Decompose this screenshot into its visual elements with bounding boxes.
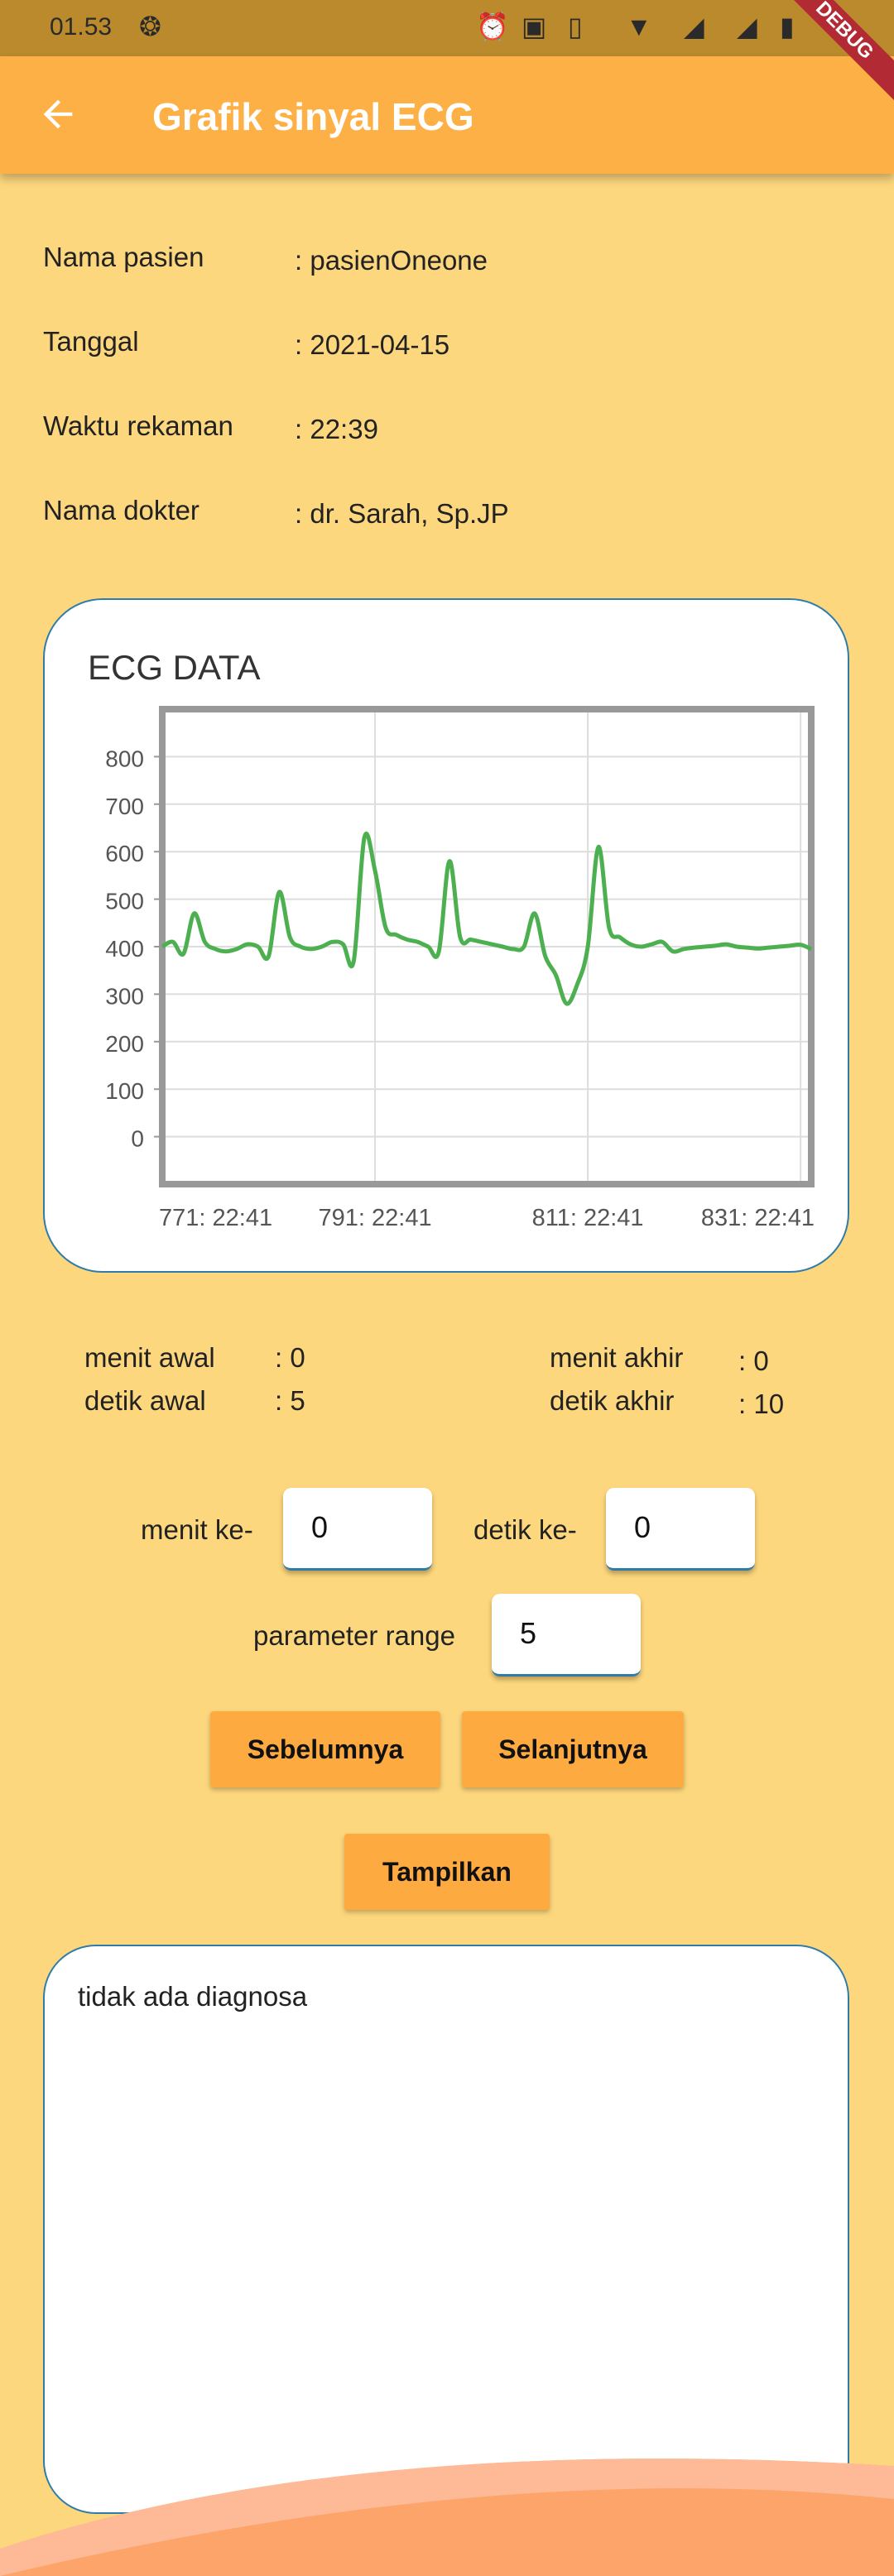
minute-input[interactable]: 0 — [283, 1488, 432, 1571]
patient-name-value: : pasienOneone — [295, 245, 488, 276]
second-input[interactable]: 0 — [606, 1488, 755, 1571]
x-tick-label: 811: 22:41 — [532, 1205, 644, 1231]
wifi-icon: ▼ — [626, 12, 652, 41]
y-tick-label: 800 — [105, 746, 144, 771]
doctor-name-label: Nama dokter — [43, 495, 199, 525]
show-button[interactable]: Tampilkan — [344, 1834, 550, 1910]
y-tick-label: 200 — [105, 1031, 144, 1057]
ecg-chart-card: ECG DATA 0 100 200 300 400 500 600 700 800 771: 2… — [43, 598, 849, 1273]
end-second-label: detik akhir — [550, 1385, 675, 1416]
back-arrow-icon[interactable] — [36, 93, 79, 136]
x-tick-label: 771: 22:41 — [159, 1205, 272, 1231]
y-tick-label: 300 — [105, 983, 144, 1009]
end-minute-label: menit akhir — [550, 1342, 684, 1373]
patient-name-label: Nama pasien — [43, 242, 204, 272]
range-input[interactable]: 5 — [492, 1594, 641, 1677]
cast-icon: ▣ — [522, 12, 547, 41]
signal-icon: ◢ — [684, 12, 704, 41]
range-input-label: parameter range — [253, 1620, 455, 1651]
x-tick-label: 791: 22:41 — [319, 1205, 432, 1231]
record-time-label: Waktu rekaman — [43, 410, 233, 441]
diagnosis-text: tidak ada diagnosa — [78, 1981, 308, 2012]
start-minute-label: menit awal — [84, 1342, 215, 1373]
page-title: Grafik sinyal ECG — [152, 95, 474, 138]
y-tick-label: 400 — [105, 936, 144, 962]
doctor-name-value: : dr. Sarah, Sp.JP — [295, 498, 509, 529]
second-input-label: detik ke- — [473, 1514, 577, 1545]
start-minute-value: : 0 — [275, 1342, 305, 1373]
y-tick-label: 100 — [105, 1078, 144, 1104]
diagnosis-card: tidak ada diagnosa — [43, 1945, 849, 2514]
aperture-icon: ❂ — [139, 12, 161, 41]
record-time-value: : 22:39 — [295, 414, 378, 444]
x-tick-label: 831: 22:41 — [701, 1205, 815, 1231]
minute-input-label: menit ke- — [141, 1514, 253, 1545]
ecg-series-line — [161, 832, 813, 1006]
bottom-wave-decoration — [0, 2458, 894, 2576]
date-value: : 2021-04-15 — [295, 329, 450, 360]
battery-icon: ▮ — [780, 12, 795, 41]
status-bar: 01.53 ❂ ⏰ ▣ ▯ ▼ ◢ ◢ ▮ — [0, 0, 894, 56]
next-button[interactable]: Selanjutnya — [462, 1711, 684, 1787]
y-tick-label: 700 — [105, 794, 144, 819]
alarm-icon: ⏰ — [476, 12, 509, 41]
app-bar: Grafik sinyal ECG — [0, 56, 894, 174]
end-minute-value: : 0 — [738, 1346, 769, 1376]
date-label: Tanggal — [43, 326, 139, 357]
y-tick-label: 600 — [105, 841, 144, 866]
end-second-value: : 10 — [738, 1389, 785, 1419]
vibrate-icon: ▯ — [568, 12, 583, 41]
ecg-chart: 0 100 200 300 400 500 600 700 800 771: 22:41 791: … — [105, 706, 815, 1231]
previous-button[interactable]: Sebelumnya — [210, 1711, 440, 1787]
y-tick-label: 0 — [131, 1126, 144, 1152]
y-tick-label: 500 — [105, 889, 144, 914]
start-second-label: detik awal — [84, 1385, 206, 1416]
signal-2-icon: ◢ — [737, 12, 757, 41]
status-time: 01.53 — [50, 13, 113, 41]
start-second-value: : 5 — [275, 1385, 305, 1416]
